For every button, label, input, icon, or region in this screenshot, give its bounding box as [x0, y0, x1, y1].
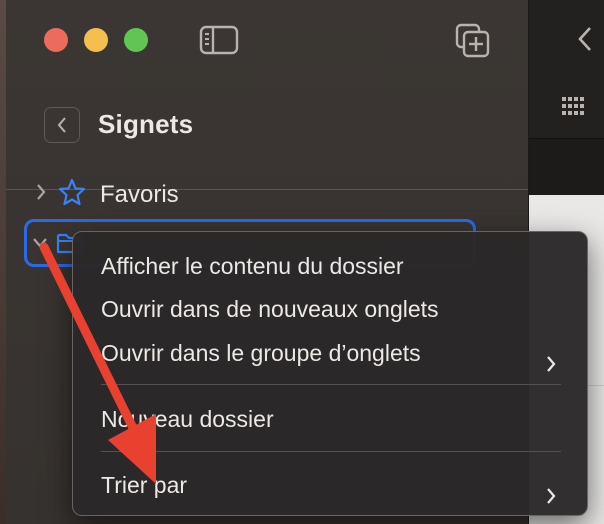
menu-item-open-in-new-tabs[interactable]: Ouvrir dans de nouveaux onglets: [73, 289, 587, 329]
sidebar-toggle-icon[interactable]: [198, 24, 240, 56]
menu-separator: [101, 451, 561, 452]
close-window-button[interactable]: [44, 28, 68, 52]
minimize-window-button[interactable]: [84, 28, 108, 52]
back-button[interactable]: [44, 107, 80, 143]
menu-separator: [101, 384, 561, 385]
menu-item-label: Nouveau dossier: [101, 406, 274, 432]
menu-item-label: Afficher le contenu du dossier: [101, 253, 404, 279]
menu-item-open-in-tab-group[interactable]: Ouvrir dans le groupe d’onglets: [73, 333, 587, 373]
chevron-down-icon[interactable]: [31, 236, 49, 255]
chevron-right-icon[interactable]: [34, 182, 48, 207]
menu-item-label: Trier par: [101, 472, 188, 498]
menu-item-new-folder[interactable]: Nouveau dossier: [73, 399, 587, 439]
menu-item-sort-by[interactable]: Trier par: [73, 465, 587, 505]
star-icon: [58, 178, 86, 208]
zoom-window-button[interactable]: [124, 28, 148, 52]
chevron-right-icon: [545, 477, 557, 517]
menu-item-label: Ouvrir dans le groupe d’onglets: [101, 340, 421, 366]
new-tab-icon[interactable]: [454, 22, 492, 60]
menu-item-show-folder-contents[interactable]: Afficher le contenu du dossier: [73, 246, 587, 286]
chevron-left-icon: [57, 117, 66, 133]
menu-item-label: Ouvrir dans de nouveaux onglets: [101, 296, 439, 322]
sidebar-title: Signets: [98, 109, 194, 139]
sidebar-item-favoris[interactable]: Favoris: [30, 178, 450, 208]
context-menu: Afficher le contenu du dossier Ouvrir da…: [72, 231, 588, 516]
grid-icon[interactable]: [561, 96, 585, 121]
chevron-left-icon[interactable]: [575, 24, 595, 59]
tab-strip: [529, 139, 604, 195]
chevron-right-icon: [545, 345, 557, 385]
sidebar-item-label: Favoris: [100, 181, 179, 208]
